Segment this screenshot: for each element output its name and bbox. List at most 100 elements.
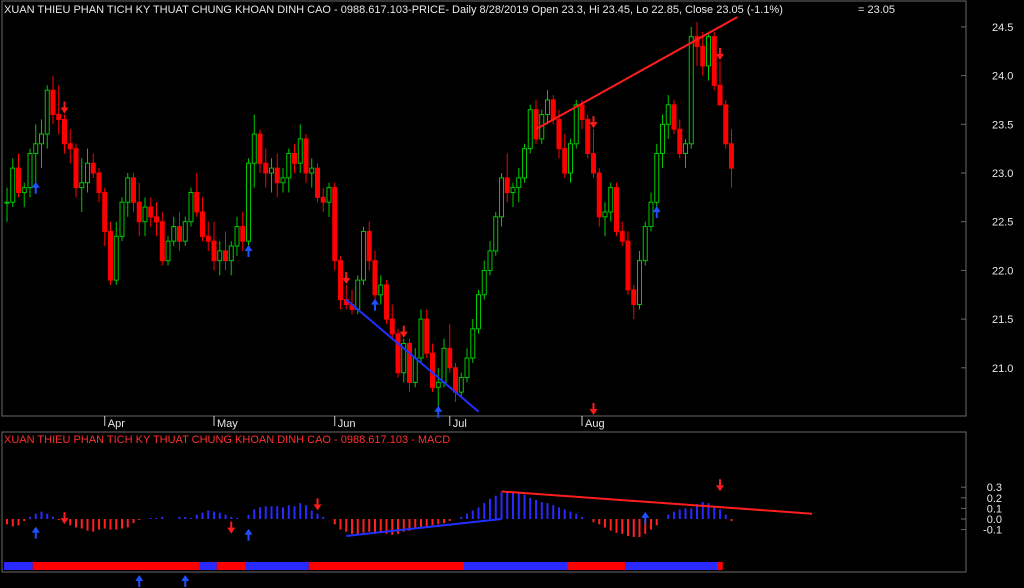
candle-body xyxy=(706,36,711,67)
candle-body xyxy=(447,347,453,369)
candle-body xyxy=(665,104,671,125)
candle-body xyxy=(372,260,378,296)
candle-body xyxy=(608,187,614,213)
candle-body xyxy=(660,123,665,155)
candle-body xyxy=(21,187,27,193)
status-strip-segment xyxy=(32,562,62,570)
candle-body xyxy=(309,167,315,174)
candle-body xyxy=(303,138,309,174)
macd-signal-arrow-head xyxy=(31,526,40,533)
candle-body xyxy=(556,118,562,150)
price-signal-arrow-head xyxy=(31,181,40,188)
macd-signal-arrow-head xyxy=(313,504,322,511)
candle-body xyxy=(499,177,504,218)
price-signal-arrow-head xyxy=(652,206,661,213)
candle-body xyxy=(234,226,240,247)
candle-body xyxy=(315,167,320,198)
price-signal-arrow-head xyxy=(371,298,379,305)
candle-body xyxy=(562,148,568,174)
candle-body xyxy=(286,153,292,179)
candle-body xyxy=(395,333,401,374)
candle-body xyxy=(458,377,464,393)
candle-body xyxy=(642,226,648,262)
candle-body xyxy=(171,226,177,242)
candle-body xyxy=(596,172,602,218)
price-y-tick-label: 24.0 xyxy=(992,71,1013,83)
candle-body xyxy=(240,226,246,242)
price-signal-arrow-head xyxy=(60,107,69,114)
candle-body xyxy=(504,177,510,193)
candle-body xyxy=(320,196,326,203)
candle-body xyxy=(292,153,297,164)
x-tick-label: Aug xyxy=(585,418,605,430)
candle-body xyxy=(533,109,539,140)
candle-body xyxy=(56,114,62,120)
x-tick-label: May xyxy=(217,418,238,430)
candle-body xyxy=(102,191,108,232)
candle-body xyxy=(188,191,194,223)
candle-body xyxy=(384,284,389,320)
candle-body xyxy=(200,211,205,237)
candle-body xyxy=(573,104,579,145)
macd-chart-title: XUAN THIEU PHAN TICH KY THUAT CHUNG KHOA… xyxy=(4,434,451,446)
date-marker-arrow-head xyxy=(589,409,598,415)
candle-body xyxy=(688,36,694,145)
price-trendline xyxy=(535,16,738,131)
candle-body xyxy=(711,36,717,86)
candle-body xyxy=(326,187,332,203)
candle-body xyxy=(545,99,550,116)
price-y-tick-label: 22.5 xyxy=(992,217,1013,229)
candle-body xyxy=(257,133,263,164)
candle-body xyxy=(602,211,608,218)
candle-body xyxy=(729,143,734,169)
candle-body xyxy=(263,162,269,174)
price-y-tick-label: 23.0 xyxy=(992,168,1013,180)
candle-body xyxy=(441,347,447,383)
macd-signal-arrow-head xyxy=(60,518,69,525)
candle-body xyxy=(16,167,21,193)
bottom-signal-arrow-head xyxy=(135,575,144,581)
candle-body xyxy=(527,109,533,150)
price-y-tick-label: 21.0 xyxy=(992,363,1013,375)
candle-body xyxy=(269,167,274,174)
macd-y-tick-label: -0.1 xyxy=(983,525,1002,537)
candle-body xyxy=(648,201,654,228)
macd-signal-arrow-head xyxy=(716,485,724,492)
candle-body xyxy=(165,240,171,262)
price-y-tick-label: 21.5 xyxy=(992,314,1013,326)
candle-body xyxy=(251,133,257,164)
price-signal-arrow-head xyxy=(716,53,724,60)
macd-signal-arrow-head xyxy=(244,528,253,535)
candle-body xyxy=(217,250,223,262)
candle-body xyxy=(625,240,631,291)
candle-body xyxy=(717,84,723,106)
candle-body xyxy=(73,148,79,189)
price-y-tick-label: 23.5 xyxy=(992,119,1013,131)
macd-signal-arrow-head xyxy=(227,527,236,534)
candle-body xyxy=(280,177,286,184)
candle-body xyxy=(568,143,573,174)
status-strip-segment xyxy=(625,562,717,570)
candle-body xyxy=(723,104,729,145)
candle-body xyxy=(366,230,372,262)
status-strip-segment xyxy=(4,562,33,570)
price-signal-arrow-head xyxy=(589,122,598,129)
candle-body xyxy=(378,284,384,296)
candle-body xyxy=(4,201,10,204)
last-close-value: = 23.05 xyxy=(858,4,896,16)
candle-body xyxy=(654,153,660,203)
chart-stage: 24.5 24.0 23.5 23.0 22.5 22.0 21.5 21.0 Apr May Ju… xyxy=(0,0,1024,588)
candle-body xyxy=(194,191,200,213)
x-tick-label: Apr xyxy=(108,418,125,430)
macd-panel-frame xyxy=(1,431,967,573)
candle-body xyxy=(108,230,113,281)
candle-body xyxy=(90,162,96,174)
candle-body xyxy=(470,328,476,359)
candle-body xyxy=(355,279,361,310)
candle-body xyxy=(338,260,343,301)
candle-body xyxy=(522,148,527,179)
candle-body xyxy=(159,221,165,262)
status-strip-segment xyxy=(567,562,625,570)
candle-body xyxy=(619,230,625,242)
candle-body xyxy=(297,138,303,164)
